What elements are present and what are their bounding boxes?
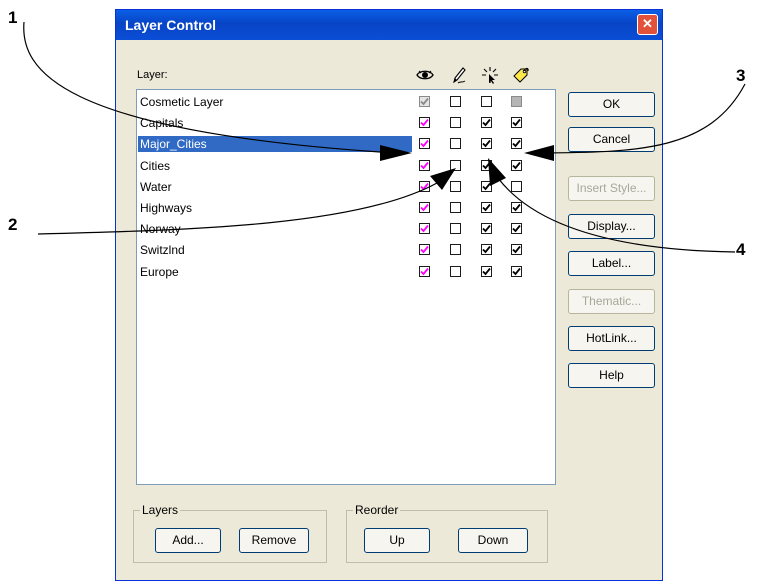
layer-list-label: Layer: xyxy=(137,69,168,81)
visible-checkbox[interactable] xyxy=(419,265,430,277)
selectable-checkbox[interactable] xyxy=(481,180,492,192)
insert-style-button[interactable]: Insert Style... xyxy=(568,176,655,201)
layer-row[interactable]: Water xyxy=(137,177,555,197)
editable-checkbox[interactable] xyxy=(450,96,461,107)
layer-name: Highways xyxy=(140,201,193,215)
layer-name: Cosmetic Layer xyxy=(140,95,224,109)
layer-name: Cities xyxy=(140,158,171,173)
editable-checkbox[interactable] xyxy=(450,202,461,213)
dialog-title: Layer Control xyxy=(125,17,217,33)
layer-name: Europe xyxy=(140,264,179,279)
selectable-checkbox[interactable] xyxy=(481,244,492,256)
visible-checkbox[interactable] xyxy=(419,244,430,256)
editable-checkbox[interactable] xyxy=(450,159,461,171)
remove-layer-button[interactable]: Remove xyxy=(239,528,309,553)
label-button[interactable]: Label... xyxy=(568,251,655,276)
visible-checkbox[interactable] xyxy=(419,138,430,150)
title-bar[interactable]: Layer Control ✕ xyxy=(116,10,662,40)
add-layer-button[interactable]: Add... xyxy=(155,528,221,553)
thematic-button[interactable]: Thematic... xyxy=(568,289,655,314)
selectable-checkbox[interactable] xyxy=(481,117,492,129)
editable-checkbox[interactable] xyxy=(450,180,461,192)
selectable-checkbox[interactable] xyxy=(481,96,492,107)
pencil-icon xyxy=(453,67,466,84)
editable-checkbox[interactable] xyxy=(450,223,461,235)
move-down-button[interactable]: Down xyxy=(458,528,528,553)
layer-control-dialog: Layer Control ✕ Layer: Cosmetic Layer Cap… xyxy=(115,9,663,581)
labels-checkbox[interactable] xyxy=(511,244,522,256)
labels-checkbox[interactable] xyxy=(511,138,522,150)
layer-name: Norway xyxy=(140,222,181,237)
labels-checkbox[interactable] xyxy=(511,180,522,192)
editable-checkbox[interactable] xyxy=(450,265,461,277)
selectable-checkbox[interactable] xyxy=(481,138,492,150)
layers-group: Layers Add... Remove xyxy=(133,503,327,563)
display-button[interactable]: Display... xyxy=(568,214,655,239)
visible-checkbox[interactable] xyxy=(419,180,430,192)
editable-checkbox[interactable] xyxy=(450,117,461,129)
selectable-checkbox[interactable] xyxy=(481,265,492,277)
labels-checkbox[interactable] xyxy=(511,96,522,107)
editable-checkbox[interactable] xyxy=(450,138,461,150)
layer-name: Switzlnd xyxy=(140,243,185,258)
ok-button[interactable]: OK xyxy=(568,92,655,117)
selectable-checkbox[interactable] xyxy=(481,202,492,213)
layer-name: Water xyxy=(140,179,172,194)
callout-2-label: 2 xyxy=(8,215,18,234)
layer-name: Capitals xyxy=(140,116,184,131)
layer-row[interactable]: Cosmetic Layer xyxy=(137,92,555,112)
help-button[interactable]: Help xyxy=(568,363,655,388)
visible-checkbox[interactable] xyxy=(419,117,430,129)
layers-group-title: Layers xyxy=(140,503,181,517)
reorder-group-title: Reorder xyxy=(353,503,401,517)
labels-checkbox[interactable] xyxy=(511,117,522,129)
callout-1-label: 1 xyxy=(8,8,18,27)
label-tag-icon xyxy=(513,67,529,83)
editable-checkbox[interactable] xyxy=(450,244,461,256)
callout-3-label: 3 xyxy=(736,66,746,85)
visible-checkbox[interactable] xyxy=(419,159,430,171)
cancel-button[interactable]: Cancel xyxy=(568,127,655,152)
eye-icon xyxy=(416,70,434,80)
visible-checkbox[interactable] xyxy=(419,96,430,107)
labels-checkbox[interactable] xyxy=(511,265,522,277)
close-button[interactable]: ✕ xyxy=(637,14,658,35)
move-up-button[interactable]: Up xyxy=(364,528,430,553)
layer-list[interactable]: Cosmetic Layer Capitals Major_Cities Cities… xyxy=(136,89,556,485)
pointer-icon xyxy=(482,67,498,84)
visible-checkbox[interactable] xyxy=(419,223,430,235)
labels-checkbox[interactable] xyxy=(511,159,522,171)
layer-row[interactable]: Norway xyxy=(137,219,555,239)
close-icon: ✕ xyxy=(642,16,653,31)
layer-row[interactable]: Major_Cities xyxy=(137,134,555,154)
hotlink-button[interactable]: HotLink... xyxy=(568,326,655,351)
callout-4-label: 4 xyxy=(736,240,746,259)
labels-checkbox[interactable] xyxy=(511,223,522,235)
labels-checkbox[interactable] xyxy=(511,202,522,213)
layer-row[interactable]: Cities xyxy=(137,156,555,176)
visible-checkbox[interactable] xyxy=(419,202,430,213)
layer-row[interactable]: Europe xyxy=(137,262,555,282)
layer-row[interactable]: Capitals xyxy=(137,113,555,133)
selectable-checkbox[interactable] xyxy=(481,159,492,171)
layer-row[interactable]: Switzlnd xyxy=(137,240,555,260)
reorder-group: Reorder Up Down xyxy=(346,503,548,563)
layer-row[interactable]: Highways xyxy=(137,198,555,218)
selectable-checkbox[interactable] xyxy=(481,223,492,235)
layer-name: Major_Cities xyxy=(138,136,412,153)
